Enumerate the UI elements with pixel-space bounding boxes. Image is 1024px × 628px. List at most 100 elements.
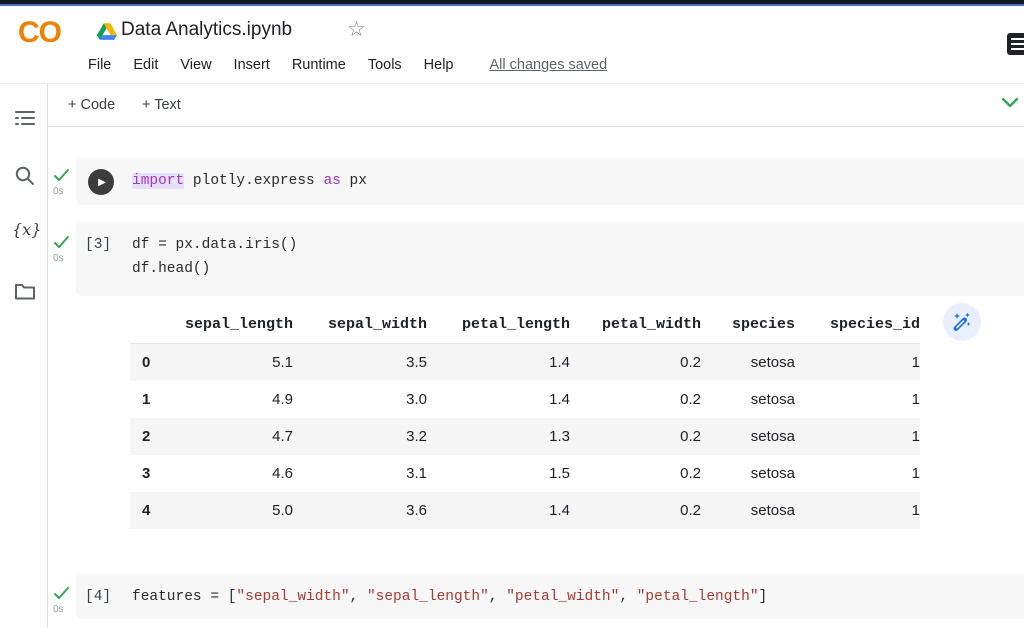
cell-index: 0 — [130, 344, 172, 382]
cell-value: 0.2 — [570, 344, 701, 382]
cell-value: 1.3 — [427, 418, 570, 455]
cell-value: setosa — [701, 455, 795, 492]
cell-value: 3.0 — [293, 381, 427, 418]
files-folder-icon[interactable] — [14, 280, 36, 302]
cell2-exec-time: 0s — [53, 253, 64, 264]
cell-index: 2 — [130, 418, 172, 455]
save-status-link[interactable]: All changes saved — [490, 57, 608, 73]
cell-value: 1 — [795, 381, 920, 418]
code-token: plotly.express — [184, 173, 323, 189]
cell-value: 3.5 — [293, 344, 427, 382]
code-cell-2[interactable]: [3] df = px.data.iris() df.head() — [76, 222, 1024, 296]
code-token: features = [ — [132, 589, 236, 605]
menu-help[interactable]: Help — [424, 57, 454, 73]
cell2-success-check-icon — [53, 234, 71, 250]
cell-value: setosa — [701, 344, 795, 382]
execution-count: [4] — [85, 585, 111, 609]
cell-value: 1 — [795, 418, 920, 455]
menubar: File Edit View Insert Runtime Tools Help… — [88, 57, 607, 73]
code-token-string: "petal_width" — [506, 589, 619, 605]
star-icon[interactable]: ☆ — [347, 17, 366, 42]
dataframe-output-table: sepal_length sepal_width petal_length pe… — [130, 306, 920, 529]
search-icon[interactable] — [14, 165, 36, 187]
cell-value: 0.2 — [570, 492, 701, 529]
code-token: px — [341, 173, 367, 189]
cell-value: 1 — [795, 344, 920, 382]
code-token: , — [350, 589, 367, 605]
colab-window: CO Data Analytics.ipynb ☆ File Edit View… — [0, 0, 1024, 628]
cell-value: 5.0 — [172, 492, 293, 529]
col-species-id: species_id — [795, 306, 920, 344]
notebook-title[interactable]: Data Analytics.ipynb — [121, 19, 292, 41]
code-token-string: "sepal_length" — [367, 589, 489, 605]
cell-value: 3.6 — [293, 492, 427, 529]
cell-index: 3 — [130, 455, 172, 492]
table-row: 0 5.1 3.5 1.4 0.2 setosa 1 — [130, 344, 920, 382]
cell-toolbar: + Code + Text — [48, 84, 1024, 127]
code-token: , — [489, 589, 506, 605]
cell-value: setosa — [701, 418, 795, 455]
colab-logo-icon[interactable]: CO — [18, 16, 61, 50]
code-token-string: "petal_length" — [637, 589, 759, 605]
code-token: , — [619, 589, 636, 605]
cell-value: 4.7 — [172, 418, 293, 455]
comments-icon[interactable] — [1007, 33, 1024, 55]
cell-value: 0.2 — [570, 418, 701, 455]
cell-value: 4.9 — [172, 381, 293, 418]
col-petal-length: petal_length — [427, 306, 570, 344]
col-sepal-width: sepal_width — [293, 306, 427, 344]
code-cell-1[interactable]: ▶ import plotly.express as px — [76, 158, 1024, 205]
cell-value: 1.5 — [427, 455, 570, 492]
menu-file[interactable]: File — [88, 57, 111, 73]
cell1-exec-time: 0s — [53, 186, 64, 197]
col-sepal-length: sepal_length — [172, 306, 293, 344]
cell-value: 3.2 — [293, 418, 427, 455]
execution-count: [3] — [85, 233, 111, 257]
table-of-contents-icon[interactable] — [14, 108, 36, 130]
code-token-keyword: as — [323, 173, 340, 189]
cell-value: 3.1 — [293, 455, 427, 492]
cell-value: 1.4 — [427, 381, 570, 418]
table-row: 3 4.6 3.1 1.5 0.2 setosa 1 — [130, 455, 920, 492]
col-species: species — [701, 306, 795, 344]
cell-value: 1 — [795, 492, 920, 529]
magic-wand-icon — [950, 310, 974, 334]
menu-insert[interactable]: Insert — [234, 57, 270, 73]
variables-icon[interactable]: {x} — [12, 220, 41, 242]
cell-index: 1 — [130, 381, 172, 418]
code-token-string: "sepal_width" — [236, 589, 349, 605]
cell-value: 0.2 — [570, 455, 701, 492]
col-petal-width: petal_width — [570, 306, 701, 344]
menu-view[interactable]: View — [180, 57, 211, 73]
table-row: 4 5.0 3.6 1.4 0.2 setosa 1 — [130, 492, 920, 529]
code-editor[interactable]: df = px.data.iris() df.head() — [132, 233, 297, 281]
menu-tools[interactable]: Tools — [368, 57, 402, 73]
add-text-button[interactable]: + Text — [142, 84, 181, 126]
cell-value: 1.4 — [427, 492, 570, 529]
run-cell-button[interactable]: ▶ — [88, 169, 114, 195]
cell-value: 5.1 — [172, 344, 293, 382]
cell-value: 1 — [795, 455, 920, 492]
google-drive-icon — [97, 23, 117, 41]
header: CO Data Analytics.ipynb ☆ File Edit View… — [0, 6, 1024, 84]
table-header-row: sepal_length sepal_width petal_length pe… — [130, 306, 920, 344]
suggest-charts-button[interactable] — [943, 303, 981, 341]
menu-runtime[interactable]: Runtime — [292, 57, 346, 73]
chevron-down-icon[interactable] — [1000, 94, 1020, 112]
code-editor-line[interactable]: features = ["sepal_width", "sepal_length… — [132, 585, 767, 609]
code-editor-line[interactable]: import plotly.express as px — [132, 169, 367, 193]
code-line: df.head() — [132, 261, 210, 277]
col-index — [130, 306, 172, 344]
table-row: 2 4.7 3.2 1.3 0.2 setosa 1 — [130, 418, 920, 455]
add-code-button[interactable]: + Code — [68, 84, 115, 126]
table-row: 1 4.9 3.0 1.4 0.2 setosa 1 — [130, 381, 920, 418]
cell3-exec-time: 0s — [53, 604, 64, 615]
menu-edit[interactable]: Edit — [133, 57, 158, 73]
code-line: df = px.data.iris() — [132, 237, 297, 253]
code-cell-3[interactable]: [4] features = ["sepal_width", "sepal_le… — [76, 574, 1024, 619]
cell-value: setosa — [701, 381, 795, 418]
cell-value: 1.4 — [427, 344, 570, 382]
left-sidebar: {x} — [0, 84, 48, 628]
cell-value: 0.2 — [570, 381, 701, 418]
cell-value: setosa — [701, 492, 795, 529]
